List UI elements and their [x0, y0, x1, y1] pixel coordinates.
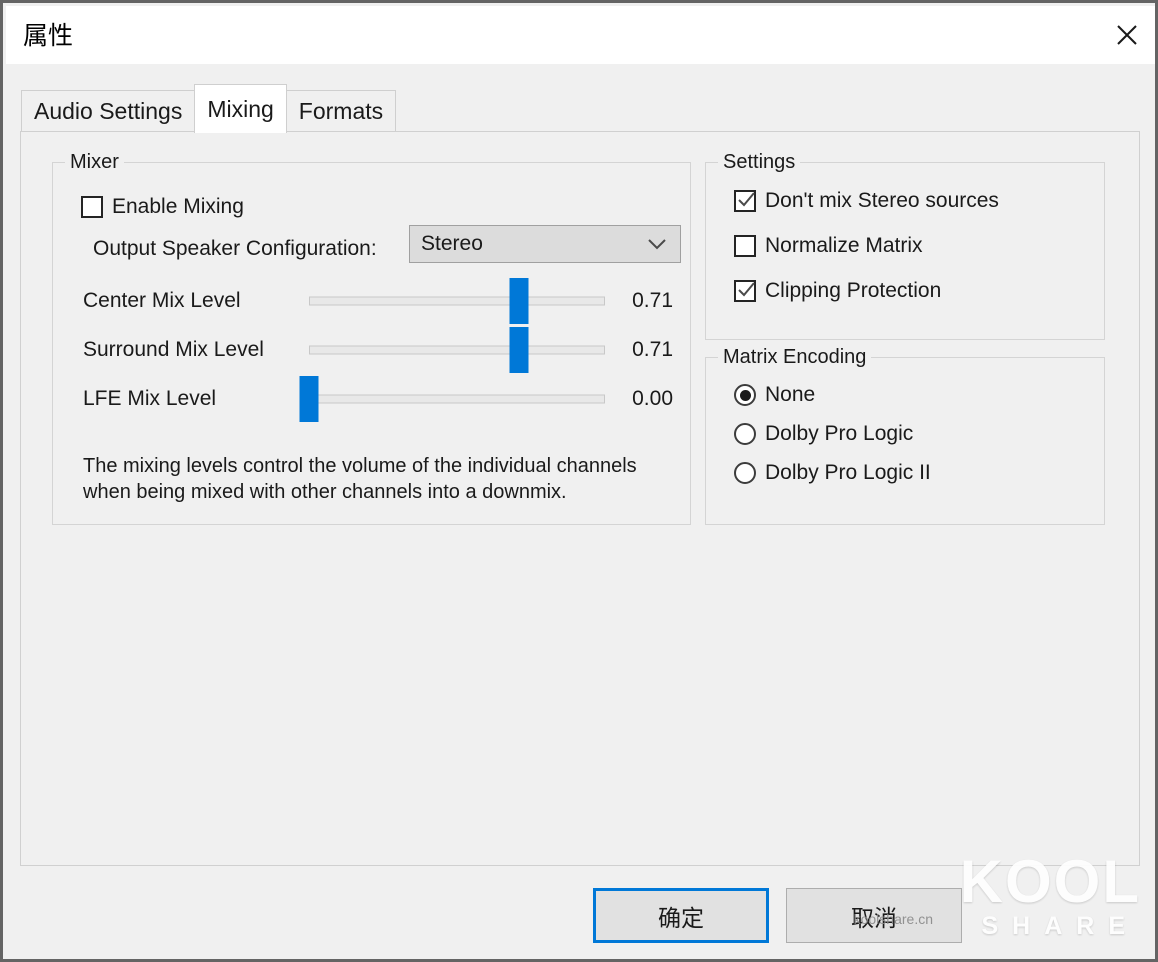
matrix-encoding-radio-none[interactable]: None: [734, 383, 815, 407]
tab-label: Audio Settings: [34, 98, 183, 124]
cancel-button-label: 取消: [851, 904, 897, 931]
output-speaker-config-select[interactable]: Stereo: [409, 225, 681, 263]
slider-track: [309, 296, 605, 306]
checkbox-box: [734, 280, 756, 302]
radio-dot: [739, 389, 751, 401]
slider-value: 0.71: [632, 289, 673, 312]
watermark-brand-bottom: SHARE: [981, 912, 1139, 940]
ok-button-label: 确定: [658, 904, 704, 931]
checkbox-label: Clipping Protection: [765, 279, 942, 302]
enable-mixing-checkbox[interactable]: Enable Mixing: [81, 195, 244, 219]
matrix-encoding-radio-dolby-pro-logic[interactable]: Dolby Pro Logic: [734, 422, 913, 446]
mixing-tab-panel: Mixer Enable Mixing Output Speaker Confi…: [20, 131, 1140, 866]
dont-mix-stereo-sources-checkbox[interactable]: Don't mix Stereo sources: [734, 189, 999, 213]
output-speaker-config-label: Output Speaker Configuration:: [93, 237, 377, 260]
ok-button[interactable]: 确定: [593, 888, 769, 943]
clipping-protection-checkbox[interactable]: Clipping Protection: [734, 279, 941, 303]
tab-label: Formats: [298, 98, 384, 124]
radio-label: None: [765, 383, 816, 406]
checkbox-box: [81, 196, 103, 218]
matrix-encoding-radio-dolby-pro-logic-ii[interactable]: Dolby Pro Logic II: [734, 461, 931, 485]
slider-value: 0.71: [632, 338, 673, 361]
center-mix-level-slider[interactable]: [309, 278, 605, 324]
slider-label: Surround Mix Level: [83, 338, 264, 361]
lfe-mix-level-slider[interactable]: [299, 376, 605, 422]
slider-label: LFE Mix Level: [83, 387, 217, 410]
checkbox-box: [734, 235, 756, 257]
close-icon: [1114, 22, 1140, 48]
properties-dialog: 属性 Audio Settings Mixing Formats Mixer E…: [0, 0, 1158, 962]
tab-strip: Audio Settings Mixing Formats: [21, 84, 397, 133]
mixer-group: Mixer Enable Mixing Output Speaker Confi…: [52, 151, 691, 525]
radio-button: [734, 423, 756, 445]
title-bar: 属性: [6, 6, 1155, 64]
radio-label: Dolby Pro Logic: [765, 422, 914, 445]
slider-thumb[interactable]: [299, 376, 319, 422]
normalize-matrix-checkbox[interactable]: Normalize Matrix: [734, 234, 923, 258]
checkbox-label: Enable Mixing: [112, 195, 244, 218]
radio-button: [734, 384, 756, 406]
checkbox-label: Normalize Matrix: [765, 234, 923, 257]
surround-mix-level-slider[interactable]: [309, 327, 605, 373]
radio-button: [734, 462, 756, 484]
chevron-down-icon: [647, 238, 667, 250]
slider-thumb[interactable]: [509, 278, 529, 324]
matrix-encoding-group: Matrix Encoding None Dolby Pro Logic Dol…: [705, 346, 1105, 525]
settings-group: Settings Don't mix Stereo sources Normal…: [705, 151, 1105, 340]
tab-audio-settings[interactable]: Audio Settings: [21, 90, 196, 132]
combo-selected-value: Stereo: [421, 232, 483, 255]
slider-track: [309, 345, 605, 355]
checkbox-label: Don't mix Stereo sources: [765, 189, 999, 212]
slider-thumb[interactable]: [509, 327, 529, 373]
mixer-group-title: Mixer: [65, 151, 124, 174]
tab-mixing[interactable]: Mixing: [194, 84, 287, 133]
window-title: 属性: [23, 22, 74, 50]
center-mix-level-slider-row: Center Mix Level 0.71: [83, 278, 673, 324]
slider-label: Center Mix Level: [83, 289, 241, 312]
checkbox-box: [734, 190, 756, 212]
close-button[interactable]: [1096, 6, 1155, 64]
slider-track: [309, 394, 605, 404]
radio-label: Dolby Pro Logic II: [765, 461, 931, 484]
cancel-button[interactable]: 取消: [786, 888, 962, 943]
tab-label: Mixing: [207, 95, 274, 122]
tab-formats[interactable]: Formats: [285, 90, 397, 132]
slider-value: 0.00: [632, 387, 673, 410]
matrix-encoding-group-title: Matrix Encoding: [718, 346, 872, 369]
mixer-description: The mixing levels control the volume of …: [83, 455, 637, 503]
settings-group-title: Settings: [718, 151, 801, 174]
lfe-mix-level-slider-row: LFE Mix Level 0.00: [83, 376, 673, 422]
surround-mix-level-slider-row: Surround Mix Level 0.71: [83, 327, 673, 373]
